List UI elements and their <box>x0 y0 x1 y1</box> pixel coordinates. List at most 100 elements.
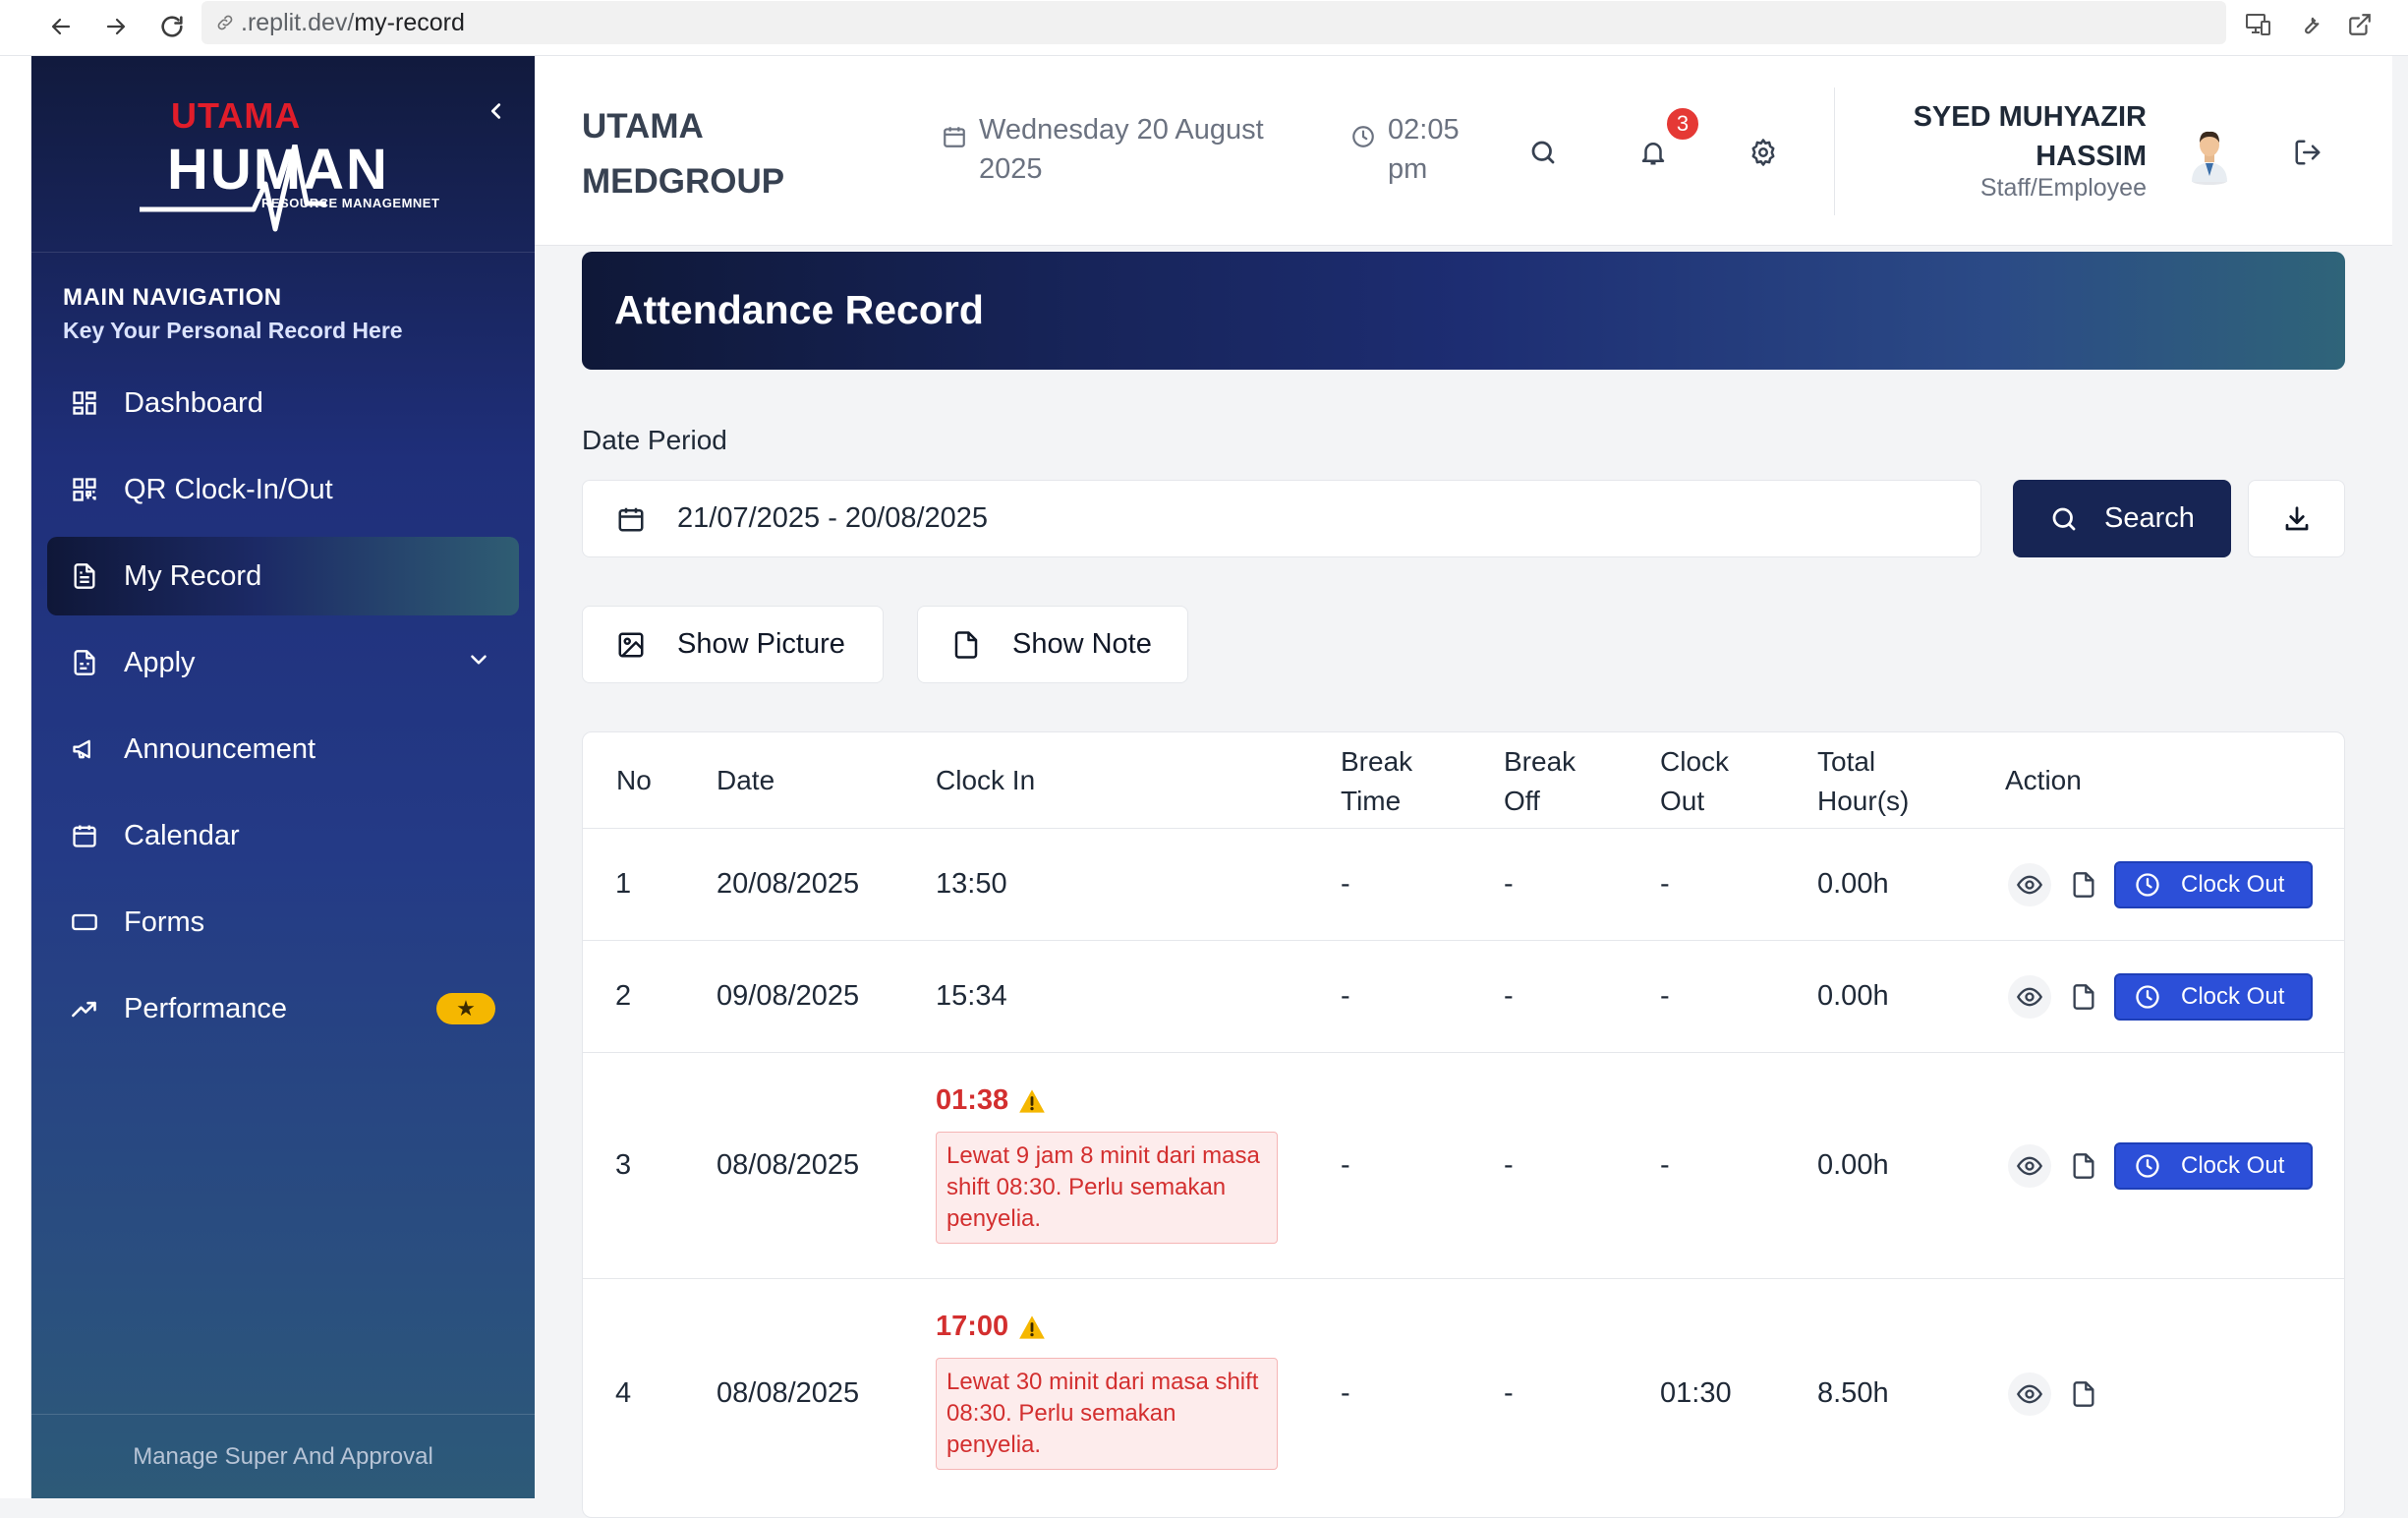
note-icon[interactable] <box>2062 975 2105 1019</box>
sidebar-item-apply[interactable]: Apply <box>47 623 519 702</box>
page-title: Attendance Record <box>614 287 984 332</box>
notification-badge: 3 <box>1665 106 1700 142</box>
company-name: UTAMA MEDGROUP <box>582 107 785 201</box>
form-icon <box>69 647 100 678</box>
warning-icon <box>1018 1088 1046 1114</box>
devtools-edge <box>0 56 31 1498</box>
top-header: UTAMA MEDGROUP Wednesday 20 August 2025 … <box>535 56 2392 246</box>
megaphone-icon <box>69 733 100 765</box>
note-icon[interactable] <box>2062 1372 2105 1416</box>
show-note-button[interactable]: Show Note <box>917 606 1188 683</box>
collapse-sidebar-icon[interactable] <box>479 93 514 129</box>
nav-subtitle: Key Your Personal Record Here <box>63 318 403 343</box>
sidebar-item-performance[interactable]: Performance ★ <box>47 969 519 1048</box>
search-icon[interactable] <box>1521 131 1565 174</box>
clock-out-label: Clock Out <box>2181 983 2285 1010</box>
note-icon[interactable] <box>2062 863 2105 906</box>
image-icon <box>616 630 646 660</box>
late-clock-in-time: 01:38 <box>936 1084 1009 1116</box>
star-badge: ★ <box>436 993 495 1024</box>
calendar-icon <box>942 124 967 149</box>
cell-no: 1 <box>615 868 632 900</box>
cell-clock-out: - <box>1660 868 1670 900</box>
calendar-icon <box>616 504 646 534</box>
user-role: Staff/Employee <box>1979 174 2147 202</box>
current-time: 02:05 pm <box>1388 114 1460 185</box>
date-range-input[interactable]: 21/07/2025 - 20/08/2025 <box>582 480 1981 557</box>
cell-date: 09/08/2025 <box>717 980 860 1012</box>
clock-icon <box>1350 124 1376 149</box>
table-row: 2 09/08/2025 15:34 - - - 0.00h Clock Out <box>583 941 2344 1053</box>
cell-break-off: - <box>1504 980 1514 1012</box>
col-no: No <box>616 765 652 795</box>
view-icon[interactable] <box>2008 975 2051 1019</box>
download-button[interactable] <box>2248 480 2345 557</box>
current-date: Wednesday 20 August 2025 <box>979 114 1264 185</box>
logo-area: UTAMA HUMAN RESOURCE MANAGEMNET <box>31 56 535 253</box>
view-icon[interactable] <box>2008 1144 2051 1188</box>
address-bar[interactable]: .replit.dev/my-record <box>201 1 2226 44</box>
clock-out-button[interactable]: Clock Out <box>2114 1142 2313 1190</box>
avatar[interactable] <box>2182 127 2237 186</box>
view-icon[interactable] <box>2008 1372 2051 1416</box>
back-icon[interactable] <box>41 7 81 46</box>
logo-pulse-line <box>140 145 326 232</box>
device-icon[interactable] <box>2239 5 2278 44</box>
sidebar-item-label: My Record <box>124 559 262 592</box>
document-icon <box>69 560 100 592</box>
sidebar-item-my-record[interactable]: My Record <box>47 537 519 615</box>
cell-no: 4 <box>615 1377 632 1409</box>
table-row: 1 20/08/2025 13:50 - - - 0.00h Clock Out <box>583 829 2344 941</box>
table-row: 3 08/08/2025 01:38 Lewat 9 jam 8 minit d… <box>583 1053 2344 1279</box>
download-icon <box>2282 504 2312 534</box>
forward-icon[interactable] <box>96 7 136 46</box>
view-icon[interactable] <box>2008 863 2051 906</box>
user-name: SYED MUHYAZIR HASSIM <box>1913 101 2147 172</box>
date-range-value: 21/07/2025 - 20/08/2025 <box>677 502 989 534</box>
cell-date: 08/08/2025 <box>717 1149 860 1181</box>
sidebar-item-label: QR Clock-In/Out <box>124 473 333 505</box>
cell-break-time: - <box>1341 868 1350 900</box>
wrench-icon[interactable] <box>2290 5 2329 44</box>
clock-out-button[interactable]: Clock Out <box>2114 973 2313 1021</box>
col-date: Date <box>717 765 775 795</box>
sidebar-item-dashboard[interactable]: Dashboard <box>47 364 519 442</box>
company-logo[interactable]: UTAMA HUMAN RESOURCE MANAGEMNET <box>138 86 462 232</box>
cell-break-off: - <box>1504 868 1514 900</box>
clock-icon <box>2134 983 2161 1011</box>
logout-icon[interactable] <box>2286 131 2329 174</box>
sidebar-item-forms[interactable]: Forms <box>47 883 519 962</box>
cell-clock-in: 15:34 <box>936 980 1007 1012</box>
sidebar-item-label: Apply <box>124 646 196 678</box>
cell-clock-in-late: 17:00 <box>936 1311 1046 1343</box>
external-link-icon[interactable] <box>2340 5 2379 44</box>
cell-total: 0.00h <box>1817 980 1889 1012</box>
browser-toolbar: .replit.dev/my-record <box>0 0 2408 56</box>
cell-clock-out: - <box>1660 980 1670 1012</box>
search-button[interactable]: Search <box>2013 480 2231 557</box>
sidebar-item-qr-clock[interactable]: QR Clock-In/Out <box>47 450 519 529</box>
header-divider <box>1834 88 1835 215</box>
logo-subtitle: RESOURCE MANAGEMNET <box>261 196 440 210</box>
cell-clock-in: 13:50 <box>936 868 1007 900</box>
col-action: Action <box>2005 765 2082 795</box>
qr-code-icon <box>69 474 100 505</box>
clock-out-button[interactable]: Clock Out <box>2114 861 2313 908</box>
sidebar-item-announcement[interactable]: Announcement <box>47 710 519 788</box>
cell-break-time: - <box>1341 1149 1350 1181</box>
show-picture-button[interactable]: Show Picture <box>582 606 884 683</box>
reload-icon[interactable] <box>152 7 192 46</box>
show-picture-label: Show Picture <box>677 628 845 660</box>
keyboard-icon <box>69 906 100 938</box>
warning-icon <box>1018 1314 1046 1340</box>
gear-icon[interactable] <box>1742 131 1785 174</box>
sidebar-item-calendar[interactable]: Calendar <box>47 796 519 875</box>
bell-icon[interactable] <box>1632 131 1675 174</box>
dashboard-icon <box>69 387 100 419</box>
clock-icon <box>2134 871 2161 899</box>
logo-top-text: UTAMA <box>171 95 302 136</box>
trending-up-icon <box>69 993 100 1024</box>
clock-out-label: Clock Out <box>2181 871 2285 898</box>
note-icon[interactable] <box>2062 1144 2105 1188</box>
sidebar-footer[interactable]: Manage Super And Approval <box>31 1414 535 1498</box>
